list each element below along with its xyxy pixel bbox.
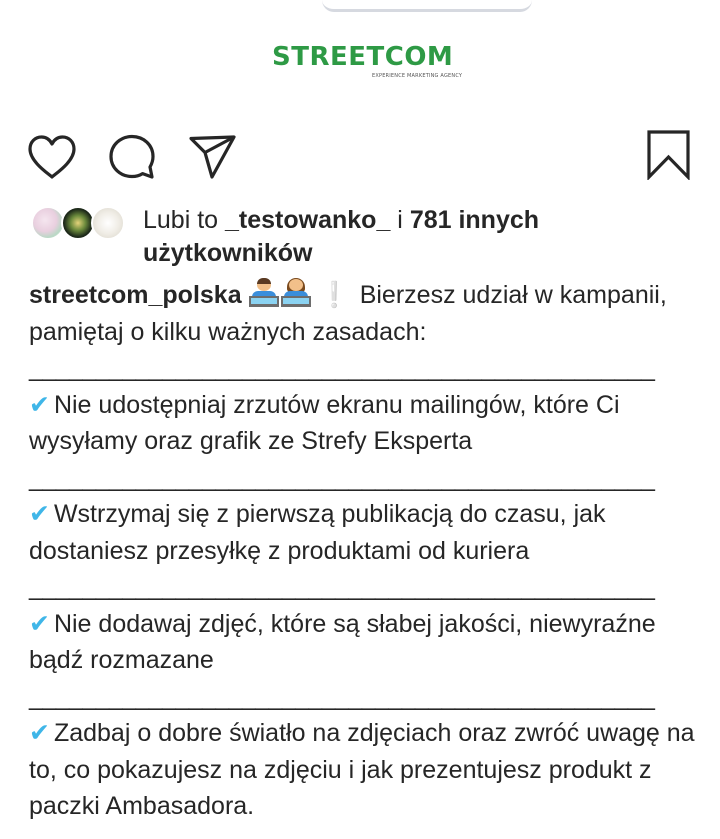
likes-text[interactable]: Lubi to _testowanko_ i 781 innych użytko… xyxy=(143,204,683,270)
divider-line: ________________________________________… xyxy=(29,682,655,711)
checkmark-icon: ✔ xyxy=(29,609,50,638)
liker-avatars xyxy=(29,206,129,250)
checkmark-icon: ✔ xyxy=(29,500,50,528)
avatar[interactable] xyxy=(61,206,95,240)
rule-item: ✔ Wstrzymaj się z pierwszą publikacją do … xyxy=(29,496,699,569)
post-action-bar xyxy=(0,130,720,182)
checkmark-icon: ✔ xyxy=(29,719,50,747)
man-technologist-emoji xyxy=(248,278,279,307)
divider-line: ________________________________________… xyxy=(29,573,655,601)
rule-text: Zadbaj o dobre światło na zdjęciach oraz… xyxy=(29,719,695,820)
rule-item: ✔ Nie udostępniaj zrzutów ekranu mailingó… xyxy=(29,387,699,460)
rule-item: ✔ Nie dodawaj zdjęć, które są słabej jako… xyxy=(29,606,699,679)
caption-username[interactable]: streetcom_polska xyxy=(29,281,242,309)
exclamation-emoji: ❕ xyxy=(318,281,350,309)
likes-prefix: Lubi to xyxy=(143,206,226,234)
avatar[interactable] xyxy=(31,206,65,240)
post-caption: streetcom_polska ❕ Bierzesz udział w kamp… xyxy=(29,277,699,825)
bookmark-outline-icon[interactable] xyxy=(646,130,692,185)
likes-conjunction: i xyxy=(390,206,410,234)
brand-name: STREETCOM xyxy=(272,42,454,72)
liker-username[interactable]: _testowanko_ xyxy=(225,206,390,234)
brand-tagline: EXPERIENCE MARKETING AGENCY xyxy=(372,73,463,79)
comment-bubble-icon[interactable] xyxy=(108,134,156,185)
divider-line: ________________________________________… xyxy=(29,463,655,492)
streetcom-logo: STREETCOM EXPERIENCE MARKETING AGENCY xyxy=(272,42,472,79)
rule-text: Nie udostępniaj zrzutów ekranu mailingów… xyxy=(29,390,620,456)
avatar[interactable] xyxy=(91,206,125,240)
post-image-bottom-edge xyxy=(322,0,532,12)
rule-item: ✔ Zadbaj o dobre światło na zdjęciach ora… xyxy=(29,715,699,825)
paper-plane-icon[interactable] xyxy=(188,134,238,185)
checkmark-icon: ✔ xyxy=(29,390,50,419)
rule-text: Nie dodawaj zdjęć, które są słabej jakoś… xyxy=(29,609,656,675)
woman-technologist-emoji xyxy=(280,278,311,307)
divider-line: ________________________________________… xyxy=(29,354,655,382)
heart-outline-icon[interactable] xyxy=(27,134,77,185)
rule-text: Wstrzymaj się z pierwszą publikacją do c… xyxy=(29,500,606,565)
